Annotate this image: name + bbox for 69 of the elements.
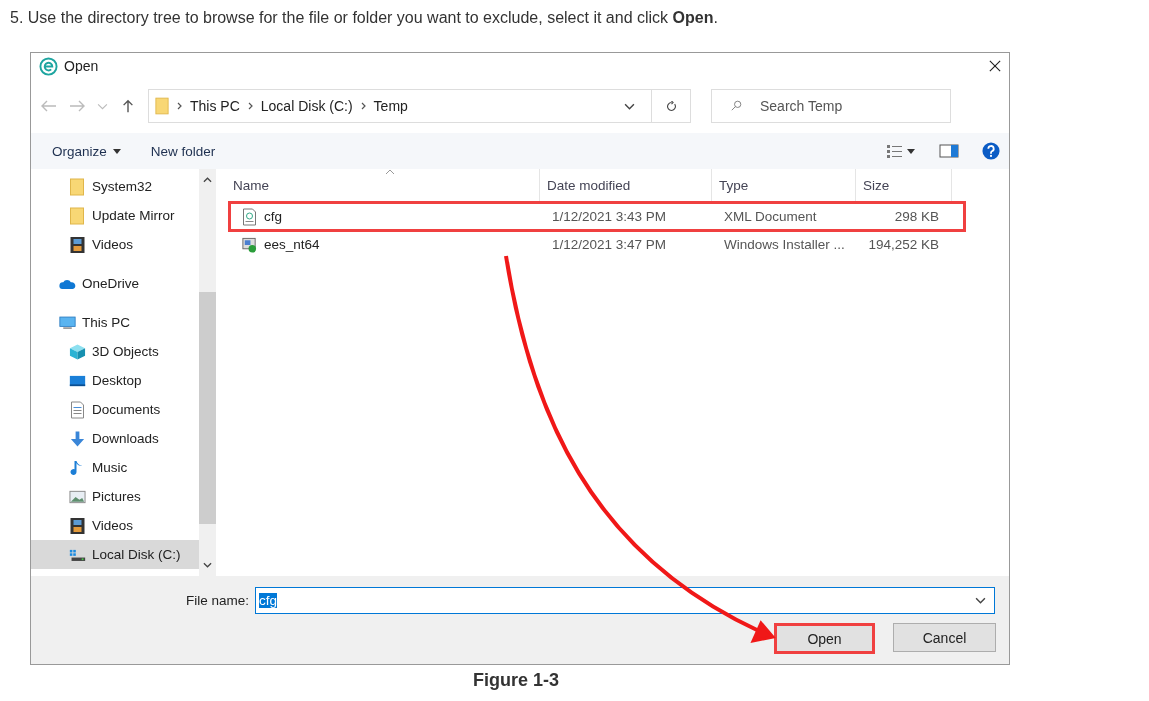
chevron-right-icon [247,102,253,110]
figure-caption: Figure 1-3 [473,670,561,691]
column-header[interactable]: Type [712,169,856,201]
film-icon [69,516,86,535]
cube-icon [69,342,86,361]
column-header[interactable]: Size [856,169,952,201]
sidebar-item[interactable]: Downloads [31,424,199,453]
sidebar-item[interactable]: Videos [31,511,199,540]
monitor-icon [59,313,76,332]
chevron-right-icon [177,102,182,110]
sidebar-item[interactable]: 3D Objects [31,337,199,366]
sidebar-item[interactable]: OneDrive [31,269,199,298]
chevron-right-icon [360,102,366,110]
folder-icon [69,177,86,196]
breadcrumb-item[interactable]: Temp [373,98,408,114]
toolbar-button[interactable]: New folder [150,143,216,159]
date-cell-text: 1/12/2021 3:43 PM [551,209,668,224]
column-header[interactable]: Name [226,169,540,201]
installer-icon [241,235,258,254]
sidebar-item[interactable]: This PC [31,308,199,337]
sort-caret-icon [385,169,395,175]
toolbar-button[interactable]: Organize [52,143,121,159]
scrollbar-thumb[interactable] [199,291,216,524]
column-header[interactable]: Date modified [540,169,712,201]
file-row[interactable]: cfg 1/12/2021 3:43 PM XML Document 298 KB [228,201,966,232]
window-title: Open [64,58,100,74]
film-icon [69,235,86,254]
type-cell-text: XML Document [723,209,818,224]
file-name-field[interactable]: cfg [255,587,996,614]
instruction-text: 5. Use the directory tree to browse for the file or folder you want to exclude, select it and click Open. [9,8,719,28]
down-arrow-icon [69,429,86,448]
sidebar-item[interactable]: Documents [31,395,199,424]
breadcrumb-item[interactable]: Local Disk (C:) [260,98,353,114]
file-name: ees_nt64 [264,237,320,252]
scrollbar[interactable] [199,169,216,576]
sidebar-item[interactable]: Update Mirror [31,201,199,230]
chevron-up-icon[interactable] [203,177,212,183]
sidebar-item[interactable]: Desktop [31,366,199,395]
folder-icon [69,206,86,225]
preview-pane-icon[interactable] [939,142,959,160]
up-arrow-icon[interactable] [120,99,136,113]
type-cell-text: Windows Installer ... [723,237,846,252]
address-bar[interactable]: This PC Local Disk (C:) Temp [148,89,691,123]
breadcrumb-item[interactable]: This PC [190,98,240,114]
chevron-down-icon[interactable] [203,562,212,568]
file-row[interactable]: ees_nt64 1/12/2021 3:47 PM Windows Installer ... 194,252 KB [228,232,966,257]
sidebar-item[interactable]: Music [31,453,199,482]
sidebar-item[interactable]: Videos [31,230,199,259]
sidebar-item[interactable]: Local Disk (C:) [31,540,199,569]
size-cell-text: 194,252 KB [867,237,940,252]
help-icon[interactable] [981,142,1001,160]
date-cell-text: 1/12/2021 3:47 PM [551,237,668,252]
size-cell-text: 298 KB [893,209,940,224]
sidebar-item[interactable]: Pictures [31,482,199,511]
dialog-button[interactable]: Cancel [893,623,996,652]
document-icon [69,400,86,419]
search-icon [731,100,742,111]
folder-icon [155,96,169,116]
app-logo-icon [39,56,58,76]
chevron-down-icon[interactable] [975,595,987,606]
file-name-label: File name: [186,593,250,608]
file-name: cfg [264,209,282,224]
close-icon[interactable] [989,60,1001,72]
dialog-button[interactable]: Open [774,623,875,654]
caret-icon [112,148,121,154]
sidebar-item[interactable]: System32 [31,172,199,201]
search-field[interactable]: Search Temp [711,89,951,123]
refresh-icon [665,100,677,112]
document-icon [241,207,258,226]
